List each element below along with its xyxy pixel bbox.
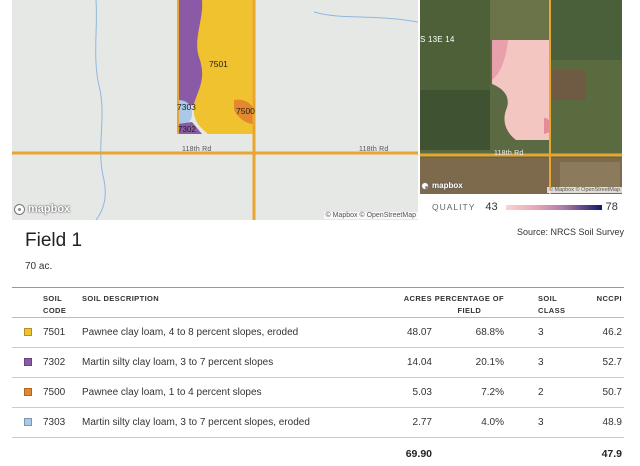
soil-code: 7501 <box>43 327 66 338</box>
quality-max: 78 <box>605 201 618 213</box>
total-nccpi: 47.9 <box>601 448 622 460</box>
mapbox-logo[interactable]: mapbox <box>421 181 463 190</box>
header-soil-code: SOIL CODE <box>43 294 67 315</box>
soil-color-swatch <box>24 418 32 426</box>
table-row: 7303 Martin silty clay loam, 3 to 7 perce… <box>12 408 624 438</box>
soil-percentage: 68.8% <box>475 327 504 338</box>
soil-map-canvas <box>12 0 418 220</box>
soil-percentage: 4.0% <box>481 417 504 428</box>
mapbox-icon <box>421 181 429 190</box>
soil-label-7501: 7501 <box>209 59 228 69</box>
header-acres: ACRES <box>403 294 432 303</box>
quality-label: QUALITY <box>432 202 476 212</box>
quality-gradient-bar <box>505 204 602 210</box>
soil-map[interactable]: 7501 7303 7500 7302 118th Rd 118th Rd ma… <box>12 0 418 220</box>
soil-nccpi: 48.9 <box>602 417 622 428</box>
soil-acres: 48.07 <box>406 327 432 338</box>
soil-color-swatch <box>24 328 32 336</box>
mapbox-logo-text: mapbox <box>28 203 71 215</box>
table-row: 7302 Martin silty clay loam, 3 to 7 perce… <box>12 348 624 378</box>
soil-description: Pawnee clay loam, 1 to 4 percent slopes <box>82 387 262 398</box>
soil-code: 7500 <box>43 387 66 398</box>
table-row: 7500 Pawnee clay loam, 1 to 4 percent slo… <box>12 378 624 408</box>
quality-min: 43 <box>485 201 498 213</box>
field-acres: 70 ac. <box>25 261 53 272</box>
map-attribution[interactable]: © Mapbox © OpenStreetMap <box>546 187 622 193</box>
table-body: 7501 Pawnee clay loam, 4 to 8 percent slo… <box>12 318 624 438</box>
township-label: S 13E 14 <box>420 35 455 44</box>
header-percentage: PERCENTAGE OF FIELD <box>434 294 504 315</box>
soil-description: Martin silty clay loam, 3 to 7 percent s… <box>82 417 310 428</box>
table-header: SOIL CODE SOIL DESCRIPTION ACRES PERCENT… <box>12 288 624 318</box>
soil-code: 7303 <box>43 417 66 428</box>
mapbox-logo[interactable]: mapbox <box>14 203 70 215</box>
quality-legend: QUALITY 43 78 <box>420 194 622 220</box>
soil-code: 7302 <box>43 357 66 368</box>
mapbox-logo-text: mapbox <box>432 181 463 190</box>
soil-nccpi: 50.7 <box>602 387 622 398</box>
soil-description: Martin silty clay loam, 3 to 7 percent s… <box>82 357 274 368</box>
soil-class: 3 <box>538 417 544 428</box>
soil-label-7500: 7500 <box>236 106 255 116</box>
soil-nccpi: 46.2 <box>602 327 622 338</box>
soil-acres: 14.04 <box>406 357 432 368</box>
table-row: 7501 Pawnee clay loam, 4 to 8 percent slo… <box>12 318 624 348</box>
soil-class: 3 <box>538 327 544 338</box>
quality-map-canvas <box>420 0 622 194</box>
soil-color-swatch <box>24 388 32 396</box>
soil-label-7302: 7302 <box>178 125 196 134</box>
soil-acres: 2.77 <box>412 417 432 428</box>
soil-percentage: 7.2% <box>481 387 504 398</box>
soil-class: 3 <box>538 357 544 368</box>
header-soil-description: SOIL DESCRIPTION <box>82 294 160 303</box>
road-label: 118th Rd <box>494 150 524 157</box>
soil-description: Pawnee clay loam, 4 to 8 percent slopes,… <box>82 327 299 338</box>
field-title: Field 1 <box>25 230 83 251</box>
data-source: Source: NRCS Soil Survey <box>516 227 624 237</box>
soil-percentage: 20.1% <box>475 357 504 368</box>
header-soil-class: SOIL CLASS <box>538 294 566 315</box>
soil-nccpi: 52.7 <box>602 357 622 368</box>
header-nccpi: NCCPI <box>596 294 622 303</box>
soil-table: SOIL CODE SOIL DESCRIPTION ACRES PERCENT… <box>12 287 624 466</box>
road-label: 118th Rd <box>182 146 212 153</box>
soil-label-7303: 7303 <box>177 102 196 112</box>
mapbox-icon <box>14 203 25 215</box>
soil-acres: 5.03 <box>412 387 432 398</box>
table-totals: 69.90 47.9 <box>12 438 624 466</box>
total-acres: 69.90 <box>405 448 432 460</box>
soil-class: 2 <box>538 387 544 398</box>
soil-color-swatch <box>24 358 32 366</box>
quality-map[interactable]: S 13E 14 118th Rd mapbox © Mapbox © Open… <box>420 0 622 194</box>
map-attribution[interactable]: © Mapbox © OpenStreetMap <box>323 212 418 219</box>
road-label: 118th Rd <box>359 146 389 153</box>
